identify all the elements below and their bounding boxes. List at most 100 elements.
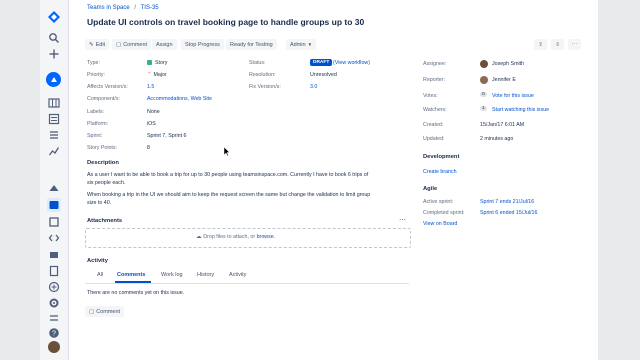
- issues-icon[interactable]: [47, 198, 61, 212]
- create-branch-link[interactable]: Create branch: [423, 169, 457, 175]
- votes-count: 0: [480, 92, 487, 97]
- list-icon[interactable]: [47, 128, 61, 142]
- assignee-avatar: [480, 60, 488, 68]
- edit-button[interactable]: ✎ Edit: [85, 39, 110, 50]
- tab-divider: [85, 283, 409, 284]
- jira-logo[interactable]: [47, 10, 61, 24]
- add-comment-label: Comment: [96, 308, 121, 315]
- active-sprint-value[interactable]: Sprint 7 ends 21/Jul/16: [480, 199, 534, 205]
- profile-icon[interactable]: [48, 341, 60, 353]
- add-item-icon[interactable]: [47, 280, 61, 294]
- browse-link[interactable]: browse.: [257, 234, 276, 240]
- attachments-heading: Attachments: [87, 218, 123, 224]
- upload-icon: ☁: [196, 234, 202, 240]
- development-heading: Development: [423, 154, 460, 160]
- votes-label: Votes:: [423, 93, 438, 99]
- components-value[interactable]: Accommodations, Web Site: [147, 96, 212, 102]
- share-icon[interactable]: ⇪: [534, 39, 547, 50]
- description-line-1: As a user I want to be able to book a tr…: [87, 172, 369, 178]
- activity-heading: Activity: [87, 258, 108, 264]
- reporter-value[interactable]: Jennifer E: [492, 77, 516, 83]
- chevron-down-icon: ▼: [307, 42, 313, 47]
- affects-version-value[interactable]: 1.5: [147, 84, 154, 90]
- breadcrumb-issue-key[interactable]: TIS-35: [141, 5, 159, 11]
- watch-link[interactable]: Start watching this issue: [492, 107, 549, 113]
- right-letterbox: [598, 0, 640, 360]
- tab-activity[interactable]: Activity: [229, 272, 246, 278]
- attachments-more-icon[interactable]: ⋯: [399, 216, 406, 224]
- more-actions-icon[interactable]: ⋯: [568, 39, 581, 50]
- assignee-label: Assignee:: [423, 61, 447, 67]
- labels-label: Labels:: [87, 109, 105, 115]
- tab-comments[interactable]: Comments: [117, 272, 145, 278]
- sprint-value: Sprint 7, Sprint 6: [147, 133, 187, 139]
- created-label: Created:: [423, 122, 444, 128]
- add-comment-button[interactable]: ▢ Comment: [85, 306, 125, 317]
- view-on-board-link[interactable]: View on Board: [423, 221, 457, 227]
- components-label: Component/s:: [87, 96, 120, 102]
- board-icon[interactable]: [47, 96, 61, 110]
- completed-sprint-value[interactable]: Sprint 6 ended 15/Jul/16: [480, 210, 537, 216]
- completed-sprint-label: Completed sprint:: [423, 210, 465, 216]
- left-letterbox: [0, 0, 40, 360]
- assign-button[interactable]: Assign: [152, 39, 177, 50]
- comment-button[interactable]: ▢ Comment: [112, 39, 152, 50]
- description-heading: Description: [87, 160, 119, 166]
- breadcrumb-separator: /: [134, 5, 137, 11]
- type-label: Type:: [87, 60, 100, 66]
- settings-icon[interactable]: [47, 296, 61, 310]
- stop-progress-button[interactable]: Stop Progress: [181, 39, 224, 50]
- backlog-icon[interactable]: [47, 112, 61, 126]
- platform-label: Platform:: [87, 121, 109, 127]
- resolution-value: Unresolved: [310, 72, 337, 78]
- issue-view: Teams in Space / TIS-35 Update UI contro…: [69, 0, 598, 360]
- story-points-label: Story Points:: [87, 145, 118, 151]
- updated-label: Updated:: [423, 136, 445, 142]
- reporter-label: Reporter:: [423, 77, 446, 83]
- admin-label: Admin: [290, 41, 306, 48]
- created-value: 15/Jan/17 6:01 AM: [480, 122, 525, 128]
- comment-label: Comment: [123, 41, 148, 48]
- type-value: Story: [147, 60, 167, 66]
- reports-icon[interactable]: [47, 144, 61, 158]
- affects-version-label: Affects Version/s:: [87, 84, 128, 90]
- priority-label: Priority:: [87, 72, 105, 78]
- vote-link[interactable]: Vote for this issue: [492, 93, 534, 99]
- description-line-2: six people each.: [87, 180, 126, 186]
- search-icon[interactable]: [47, 31, 61, 45]
- fix-version-value[interactable]: 3.0: [310, 84, 317, 90]
- resolution-label: Resolution:: [249, 72, 276, 78]
- assignee-value[interactable]: Joseph Smith: [492, 61, 524, 67]
- pages-icon[interactable]: [47, 264, 61, 278]
- breadcrumb-project[interactable]: Teams in Space: [87, 5, 130, 11]
- tab-work-log[interactable]: Work log: [161, 272, 183, 278]
- project-avatar[interactable]: [46, 72, 61, 87]
- ship-icon[interactable]: [47, 248, 61, 262]
- tab-history[interactable]: History: [197, 272, 214, 278]
- menu-icon[interactable]: [47, 311, 61, 325]
- view-workflow-link[interactable]: (View workflow): [333, 60, 370, 66]
- reporter-avatar: [480, 76, 488, 84]
- no-comments-text: There are no comments yet on this issue.: [87, 290, 185, 296]
- comment-icon: ▢: [89, 308, 95, 315]
- tab-all[interactable]: All: [97, 272, 103, 278]
- components-icon[interactable]: [47, 215, 61, 229]
- help-icon[interactable]: ?: [47, 326, 61, 340]
- export-icon[interactable]: ⇩: [551, 39, 564, 50]
- description-line-4: size to 40.: [87, 200, 112, 206]
- global-sidebar: ?: [40, 0, 69, 360]
- breadcrumb: Teams in Space / TIS-35: [87, 5, 159, 11]
- svg-text:?: ?: [52, 330, 56, 337]
- agile-heading: Agile: [423, 186, 438, 192]
- attachment-dropzone[interactable]: ☁ Drop files to attach, or browse.: [85, 228, 411, 248]
- ready-for-testing-button[interactable]: Ready for Testing: [226, 39, 277, 50]
- story-points-value: 8: [147, 145, 150, 151]
- admin-dropdown[interactable]: Admin ▼: [286, 39, 317, 50]
- code-icon[interactable]: [47, 231, 61, 245]
- releases-icon[interactable]: [47, 181, 61, 195]
- platform-value: iOS: [147, 121, 156, 127]
- plus-icon[interactable]: [47, 47, 61, 61]
- fix-version-label: Fix Version/s:: [249, 84, 281, 90]
- comment-icon: ▢: [116, 41, 122, 48]
- active-sprint-label: Active sprint:: [423, 199, 454, 205]
